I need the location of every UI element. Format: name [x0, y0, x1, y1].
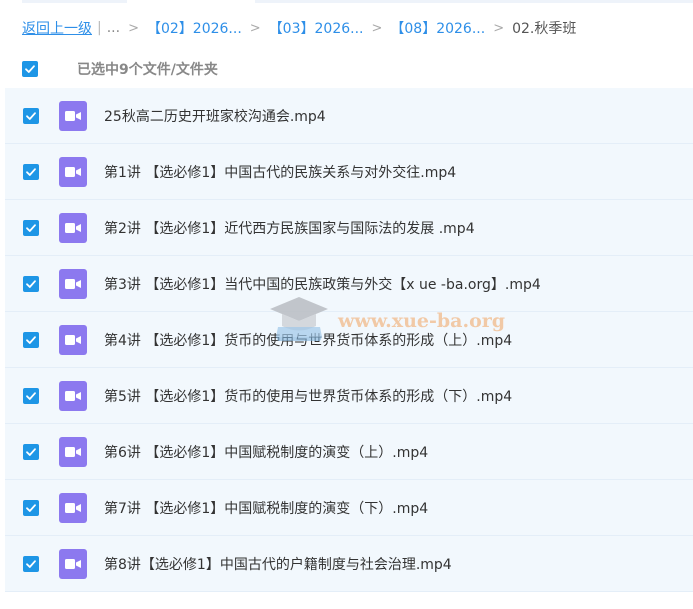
breadcrumb-item-08[interactable]: 【08】2026...	[390, 18, 485, 38]
video-file-icon	[59, 437, 87, 467]
breadcrumb-arrow: >	[493, 20, 505, 36]
file-checkbox[interactable]	[23, 332, 39, 348]
file-name[interactable]: 第3讲 【选必修1】当代中国的民族政策与外交【x ue -ba.org】.mp4	[104, 274, 541, 294]
checkmark-icon	[26, 224, 36, 232]
file-row[interactable]: 第3讲 【选必修1】当代中国的民族政策与外交【x ue -ba.org】.mp4	[5, 256, 693, 312]
file-checkbox[interactable]	[23, 444, 39, 460]
video-file-icon	[59, 381, 87, 411]
breadcrumb-arrow: >	[128, 20, 139, 36]
breadcrumb-arrow: >	[371, 20, 383, 36]
breadcrumb-item-02[interactable]: 【02】2026...	[147, 18, 242, 38]
file-name[interactable]: 第4讲 【选必修1】货币的使用与世界货币体系的形成（上）.mp4	[104, 330, 512, 350]
file-row[interactable]: 第7讲 【选必修1】中国赋税制度的演变（下）.mp4	[5, 480, 693, 536]
checkmark-icon	[26, 280, 36, 288]
video-file-icon	[59, 549, 87, 579]
file-checkbox[interactable]	[23, 556, 39, 572]
breadcrumb-item-03[interactable]: 【03】2026...	[269, 18, 364, 38]
breadcrumb-arrow: >	[249, 20, 261, 36]
file-checkbox[interactable]	[23, 108, 39, 124]
checkmark-icon	[26, 448, 36, 456]
back-link[interactable]: 返回上一级	[22, 18, 92, 38]
checkmark-icon	[25, 65, 35, 73]
file-name[interactable]: 第6讲 【选必修1】中国赋税制度的演变（上）.mp4	[104, 442, 428, 462]
checkmark-icon	[26, 112, 36, 120]
file-row[interactable]: 第5讲 【选必修1】货币的使用与世界货币体系的形成（下）.mp4	[5, 368, 693, 424]
breadcrumb: 返回上一级 | ... > 【02】2026... > 【03】2026... …	[22, 17, 576, 39]
file-row[interactable]: 第2讲 【选必修1】近代西方民族国家与国际法的发展 .mp4	[5, 200, 693, 256]
select-all-bar: 已选中9个文件/文件夹	[22, 58, 218, 80]
breadcrumb-ellipsis[interactable]: ...	[107, 20, 120, 36]
select-all-checkbox[interactable]	[22, 61, 38, 77]
file-checkbox[interactable]	[23, 276, 39, 292]
video-file-icon	[59, 493, 87, 523]
file-checkbox[interactable]	[23, 164, 39, 180]
file-checkbox[interactable]	[23, 388, 39, 404]
checkmark-icon	[26, 168, 36, 176]
selection-count: 已选中9个文件/文件夹	[77, 62, 218, 78]
checkmark-icon	[26, 560, 36, 568]
file-name[interactable]: 第2讲 【选必修1】近代西方民族国家与国际法的发展 .mp4	[104, 218, 475, 238]
checkmark-icon	[26, 504, 36, 512]
video-file-icon	[59, 325, 87, 355]
video-file-icon	[59, 213, 87, 243]
file-checkbox[interactable]	[23, 500, 39, 516]
top-strip-right	[255, 0, 693, 3]
file-name[interactable]: 第8讲【选必修1】中国古代的户籍制度与社会治理.mp4	[104, 554, 452, 574]
breadcrumb-divider: |	[97, 20, 102, 36]
checkmark-icon	[26, 336, 36, 344]
file-row[interactable]: 第1讲 【选必修1】中国古代的民族关系与对外交往.mp4	[5, 144, 693, 200]
file-row[interactable]: 25秋高二历史开班家校沟通会.mp4	[5, 88, 693, 144]
video-file-icon	[59, 157, 87, 187]
checkmark-icon	[26, 392, 36, 400]
file-row[interactable]: 第4讲 【选必修1】货币的使用与世界货币体系的形成（上）.mp4	[5, 312, 693, 368]
file-checkbox[interactable]	[23, 220, 39, 236]
top-strip-left	[22, 0, 127, 3]
video-file-icon	[59, 269, 87, 299]
file-name[interactable]: 第1讲 【选必修1】中国古代的民族关系与对外交往.mp4	[104, 162, 456, 182]
file-name[interactable]: 第5讲 【选必修1】货币的使用与世界货币体系的形成（下）.mp4	[104, 386, 512, 406]
breadcrumb-current: 02.秋季班	[512, 21, 577, 37]
file-name[interactable]: 第7讲 【选必修1】中国赋税制度的演变（下）.mp4	[104, 498, 428, 518]
video-file-icon	[59, 101, 87, 131]
file-name[interactable]: 25秋高二历史开班家校沟通会.mp4	[104, 106, 326, 126]
file-row[interactable]: 第8讲【选必修1】中国古代的户籍制度与社会治理.mp4	[5, 536, 693, 592]
top-strip	[0, 0, 693, 6]
file-row[interactable]: 第6讲 【选必修1】中国赋税制度的演变（上）.mp4	[5, 424, 693, 480]
